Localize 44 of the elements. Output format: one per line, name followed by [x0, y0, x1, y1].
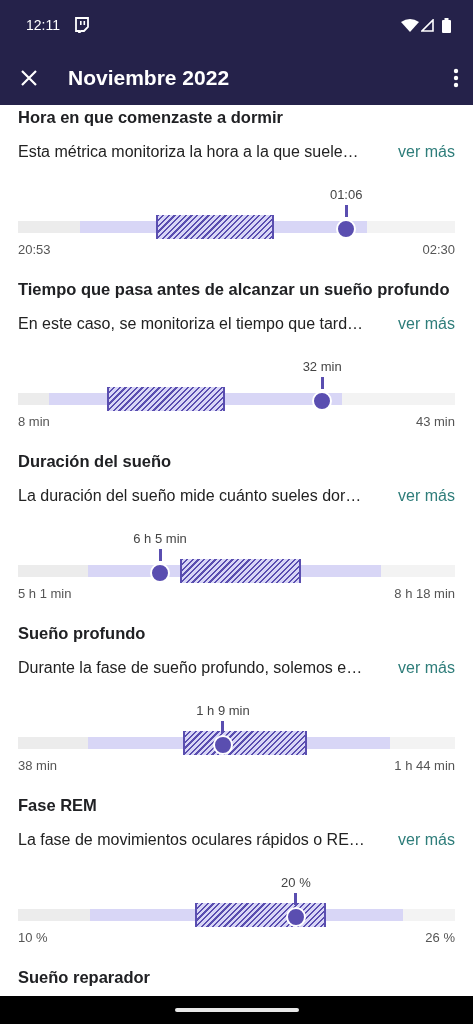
marker-stem: [320, 377, 324, 389]
max-label: 02:30: [422, 241, 455, 259]
max-label: 8 h 18 min: [394, 585, 455, 603]
max-label: 26 %: [425, 929, 455, 947]
min-label: 20:53: [18, 241, 51, 259]
value-label: 20 %: [281, 874, 311, 892]
value-label: 32 min: [302, 358, 342, 376]
section-title: Duración del sueño: [18, 451, 173, 472]
description-text: La fase de movimientos oculares rápidos o RE…: [18, 830, 365, 850]
max-label: 1 h 44 min: [394, 757, 455, 775]
value-label: 01:06: [329, 186, 363, 204]
section-title: Hora en que comenzaste a dormir: [18, 107, 284, 128]
min-label: 5 h 1 min: [18, 585, 72, 603]
toolbar-title: Noviembre 2022: [68, 65, 231, 90]
section-title: Tiempo que pasa antes de alcanzar un sueño profundo: [18, 279, 451, 300]
min-label: 38 min: [18, 757, 58, 775]
value-label: 1 h 9 min: [196, 702, 250, 720]
close-button[interactable]: [20, 68, 38, 87]
more-options-button[interactable]: [453, 67, 459, 88]
wifi-icon: [401, 18, 419, 32]
see-more-link[interactable]: ver más: [398, 312, 455, 336]
value-label: 6 h 5 min: [133, 530, 187, 548]
section-title: Sueño profundo: [18, 623, 147, 644]
marker-stem: [344, 205, 348, 217]
signal-icon: [421, 18, 434, 32]
see-more-link[interactable]: ver más: [398, 828, 455, 852]
description-text: Durante la fase de sueño profundo, solemos e…: [18, 658, 363, 678]
status-time: 12:11: [26, 17, 60, 33]
see-more-link[interactable]: ver más: [398, 484, 455, 508]
marker-stem: [158, 549, 162, 561]
min-label: 8 min: [18, 413, 50, 431]
section-title: Fase REM: [18, 795, 98, 816]
max-label: 43 min: [415, 413, 455, 431]
section-title: Sueño reparador: [18, 967, 152, 988]
chat-app-icon: [74, 17, 89, 33]
description-text: La duración del sueño mide cuánto sueles dor…: [18, 486, 362, 506]
description-text: Esta métrica monitoriza la hora a la que suele…: [18, 142, 359, 162]
marker-stem: [294, 893, 298, 905]
marker-stem: [221, 721, 225, 733]
min-label: 10 %: [18, 929, 48, 947]
see-more-link[interactable]: ver más: [398, 656, 455, 680]
see-more-link[interactable]: ver más: [398, 140, 455, 164]
description-text: En este caso, se monitoriza el tiempo que tard…: [18, 314, 364, 334]
battery-icon: [442, 17, 451, 33]
